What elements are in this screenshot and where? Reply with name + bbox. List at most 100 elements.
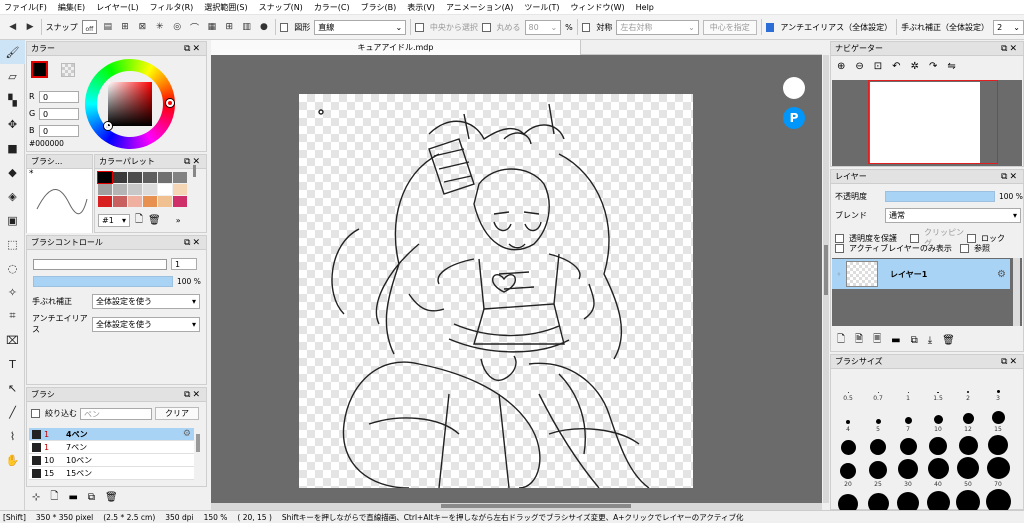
palette-swatch[interactable]: [97, 171, 113, 184]
brush-size-cell[interactable]: 12: [953, 402, 983, 433]
hue-marker[interactable]: [166, 99, 174, 107]
layer-list-scrollbar[interactable]: [1013, 258, 1020, 326]
size-slider[interactable]: [33, 258, 167, 270]
snap-cross-icon[interactable]: ⊞: [118, 20, 131, 34]
brush-size-cell[interactable]: 30: [893, 457, 923, 488]
reference-checkbox[interactable]: [960, 244, 969, 253]
center-select-checkbox[interactable]: [415, 22, 424, 32]
b-field[interactable]: 0: [39, 124, 79, 137]
new-folder-icon[interactable]: ▬: [891, 335, 900, 346]
g-field[interactable]: 0: [39, 107, 79, 120]
snap-parallel-icon[interactable]: ▤: [101, 20, 114, 34]
drawing-canvas[interactable]: [299, 94, 693, 489]
canvas-area[interactable]: P: [211, 55, 822, 503]
hue-wheel[interactable]: [85, 59, 175, 149]
layer-row[interactable]: ◦ レイヤー1 ⚙: [832, 259, 1010, 289]
layer-settings-gear-icon[interactable]: ⚙: [997, 269, 1006, 280]
blend-select[interactable]: 通常 ▾: [885, 208, 1021, 223]
brush-folder-icon[interactable]: ▬: [68, 492, 77, 503]
brush-size-cell[interactable]: 1: [893, 371, 923, 402]
select-tool-icon[interactable]: ⬚: [0, 232, 25, 256]
brush-list-item[interactable]: 1 4ペン ⚙: [29, 428, 194, 441]
menu-item[interactable]: Help: [636, 3, 654, 12]
stabilizer-select[interactable]: 2 ⌄: [993, 19, 1024, 35]
move-tool-icon[interactable]: ✥: [0, 112, 25, 136]
menu-item[interactable]: スナップ(N): [259, 2, 303, 13]
menu-item[interactable]: フィルタ(R): [150, 2, 194, 13]
filter-checkbox[interactable]: [31, 409, 40, 418]
brush-size-cell[interactable]: 1.5: [923, 371, 953, 402]
palette-scrollbar[interactable]: [193, 165, 196, 177]
eyedropper-tool-icon[interactable]: ⌇: [0, 424, 25, 448]
brush-size-cell[interactable]: 25: [863, 457, 893, 488]
navigator-viewport[interactable]: [868, 80, 998, 164]
select-eraser-tool-icon[interactable]: ⌧: [0, 328, 25, 352]
palette-swatch[interactable]: [128, 172, 142, 183]
snap-dot-icon[interactable]: ●: [257, 20, 270, 34]
foreground-color-swatch[interactable]: [31, 61, 48, 78]
zoom-out-icon[interactable]: ⊖: [855, 61, 863, 72]
brush-size-cell[interactable]: 70: [983, 457, 1013, 488]
brush-size-cell[interactable]: 50: [953, 457, 983, 488]
size-field[interactable]: 1: [171, 258, 197, 270]
flip-horizontal-icon[interactable]: ⇋: [947, 61, 955, 72]
symmetry-select[interactable]: 左右対称 ⌄: [616, 19, 699, 35]
zoom-in-icon[interactable]: ⊕: [837, 61, 845, 72]
toolbar-right-arrow-icon[interactable]: ▶: [23, 20, 36, 34]
lock-checkbox[interactable]: [967, 233, 976, 243]
dot-tool-icon[interactable]: ▚: [0, 88, 25, 112]
layer-opacity-slider[interactable]: [885, 191, 995, 202]
snap-off-button[interactable]: off: [81, 20, 98, 34]
panel-controls-icon[interactable]: ⧉✕: [1001, 44, 1019, 54]
center-button[interactable]: 中心を指定: [702, 19, 757, 35]
brush-size-cell[interactable]: 2: [953, 371, 983, 402]
new-palette-icon[interactable]: 🗋: [135, 212, 143, 229]
brush-stabilizer-select[interactable]: 全体設定を使う ▾: [92, 294, 200, 309]
r-field[interactable]: 0: [39, 90, 79, 103]
brush-size-cell[interactable]: 40: [923, 457, 953, 488]
palette-swatch[interactable]: [158, 196, 172, 207]
opacity-slider[interactable]: [33, 276, 173, 287]
palette-swatch[interactable]: [173, 172, 187, 183]
menu-item[interactable]: レイヤー(L): [96, 2, 138, 13]
snap-curve-icon[interactable]: ⌒: [188, 20, 201, 34]
new-layer-icon[interactable]: 🗋: [837, 332, 845, 349]
active-only-checkbox[interactable]: [835, 244, 844, 253]
menu-item[interactable]: ブラシ(B): [361, 2, 397, 13]
panel-controls-icon[interactable]: ⧉✕: [1001, 357, 1019, 367]
palette-swatch[interactable]: [143, 172, 157, 183]
pixiv-icon[interactable]: P: [783, 107, 805, 129]
palette-page-select[interactable]: #1 ▾: [98, 214, 130, 227]
document-tab[interactable]: キュアアイドル.mdp: [211, 40, 581, 55]
fill-rect-tool-icon[interactable]: ■: [0, 136, 25, 160]
brush-tool-icon[interactable]: 🖌: [0, 40, 25, 64]
snap-circle-icon[interactable]: ◎: [170, 20, 183, 34]
menu-item[interactable]: 編集(E): [58, 2, 85, 13]
rotate-right-icon[interactable]: ↷: [929, 61, 937, 72]
filter-input[interactable]: ペン: [80, 407, 152, 420]
brush-size-cell[interactable]: [893, 433, 923, 457]
mascot-icon[interactable]: [783, 77, 805, 99]
brush-size-cell[interactable]: 20: [833, 457, 863, 488]
symmetry-checkbox[interactable]: [581, 22, 591, 32]
copy-brush-icon[interactable]: ⧉: [88, 492, 95, 503]
canvas-vertical-scrollbar[interactable]: [823, 55, 829, 503]
menu-item[interactable]: カラー(C): [314, 2, 350, 13]
snap-radial-icon[interactable]: ✳: [153, 20, 166, 34]
palette-swatch[interactable]: [143, 184, 157, 195]
hand-tool-icon[interactable]: ✋: [0, 448, 25, 472]
snap-grid-icon[interactable]: ⊞: [223, 20, 236, 34]
brush-size-cell[interactable]: [923, 433, 953, 457]
snap-settings-icon[interactable]: ▥: [240, 20, 253, 34]
brush-size-cell[interactable]: 15: [983, 402, 1013, 433]
merge-down-icon[interactable]: ⤓: [928, 335, 932, 346]
brush-size-cell[interactable]: 4: [833, 402, 863, 433]
palette-swatch[interactable]: [173, 196, 187, 207]
transparent-color-swatch[interactable]: [61, 63, 75, 77]
snap-perspective-icon[interactable]: ▦: [205, 20, 218, 34]
shape-checkbox[interactable]: [279, 22, 289, 32]
brush-list-scrollbar[interactable]: [196, 434, 200, 452]
brush-size-cell[interactable]: [863, 433, 893, 457]
rotate-left-icon[interactable]: ↶: [892, 61, 900, 72]
palette-swatch[interactable]: [128, 184, 142, 195]
